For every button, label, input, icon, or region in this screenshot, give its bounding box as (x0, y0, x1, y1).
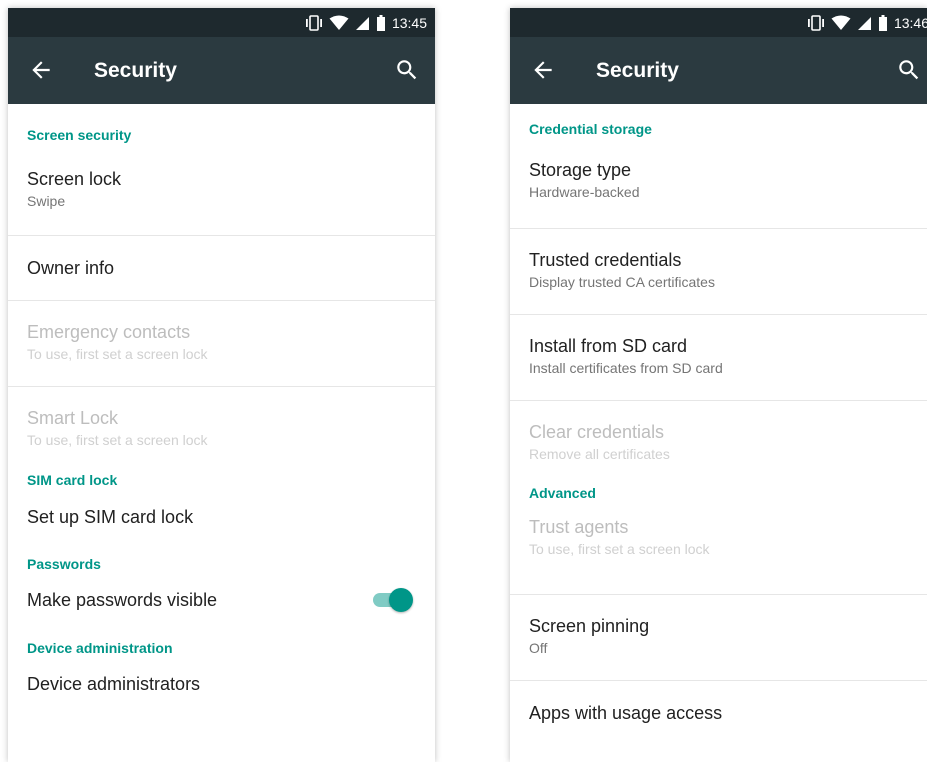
section-header-screen-security: Screen security (27, 127, 132, 143)
item-summary: To use, first set a screen lock (529, 541, 710, 557)
make-passwords-visible-item[interactable]: Make passwords visible (8, 578, 435, 640)
storage-type-item[interactable]: Storage type Hardware-backed (510, 142, 927, 228)
item-title: Install from SD card (529, 336, 688, 356)
back-arrow-icon[interactable] (530, 57, 556, 83)
item-title: Emergency contacts (27, 322, 191, 342)
passwords-visible-toggle[interactable] (369, 588, 413, 612)
battery-icon (878, 14, 887, 31)
item-summary: To use, first set a screen lock (27, 346, 208, 362)
section-header-advanced: Advanced (529, 485, 596, 501)
status-bar: 13:46 (510, 8, 927, 37)
section-header-sim-card-lock: SIM card lock (27, 472, 118, 488)
item-title: Storage type (529, 160, 632, 180)
item-summary: Display trusted CA certificates (529, 274, 715, 290)
item-title: Smart Lock (27, 408, 119, 428)
sim-card-lock-item[interactable]: Set up SIM card lock (8, 495, 435, 556)
emergency-contacts-item: Emergency contacts To use, first set a s… (8, 301, 435, 386)
trusted-credentials-item[interactable]: Trusted credentials Display trusted CA c… (510, 229, 927, 314)
battery-icon (376, 14, 385, 31)
item-summary: Off (529, 640, 548, 656)
wifi-icon (831, 15, 851, 30)
section-header-passwords: Passwords (27, 556, 101, 572)
apps-with-usage-access-item[interactable]: Apps with usage access (510, 681, 927, 745)
item-summary: Swipe (27, 193, 66, 209)
toggle-thumb (389, 588, 413, 612)
search-icon[interactable] (394, 57, 420, 83)
section-header-device-administration: Device administration (27, 640, 173, 656)
settings-list: Credential storage Storage type Hardware… (510, 104, 927, 745)
trust-agents-item: Trust agents To use, first set a screen … (510, 507, 927, 594)
toolbar: Security (8, 37, 435, 104)
signal-icon (857, 16, 871, 30)
back-arrow-icon[interactable] (28, 57, 54, 83)
item-summary: To use, first set a screen lock (27, 432, 208, 448)
item-title: Trusted credentials (529, 250, 682, 270)
item-title: Device administrators (27, 674, 201, 694)
item-title: Screen pinning (529, 616, 650, 636)
item-summary: Install certificates from SD card (529, 360, 723, 376)
device-administrators-item[interactable]: Device administrators (8, 662, 435, 722)
status-bar: 13:45 (8, 8, 435, 37)
section-header-credential-storage: Credential storage (529, 121, 652, 137)
owner-info-item[interactable]: Owner info (8, 236, 435, 300)
item-summary: Hardware-backed (529, 184, 640, 200)
toolbar: Security (510, 37, 927, 104)
item-title: Trust agents (529, 517, 629, 537)
item-title: Set up SIM card lock (27, 507, 194, 527)
status-time: 13:46 (893, 14, 927, 31)
wifi-icon (329, 15, 349, 30)
item-title: Apps with usage access (529, 703, 723, 723)
security-screen-left: 13:45 Security Screen security Screen lo… (8, 8, 435, 762)
smart-lock-item: Smart Lock To use, first set a screen lo… (8, 387, 435, 472)
status-time: 13:45 (391, 14, 427, 31)
item-summary: Remove all certificates (529, 446, 670, 462)
screen-pinning-item[interactable]: Screen pinning Off (510, 595, 927, 680)
item-title: Screen lock (27, 169, 122, 189)
signal-icon (355, 16, 369, 30)
page-title: Security (94, 59, 177, 82)
screen-lock-item[interactable]: Screen lock Swipe (8, 150, 435, 235)
search-icon[interactable] (896, 57, 922, 83)
security-screen-right: 13:46 Security Credential storage Storag… (510, 8, 927, 762)
install-from-sd-card-item[interactable]: Install from SD card Install certificate… (510, 315, 927, 400)
item-title: Clear credentials (529, 422, 665, 442)
vibrate-icon (807, 14, 824, 31)
page-title: Security (596, 59, 679, 82)
vibrate-icon (305, 14, 322, 31)
clear-credentials-item: Clear credentials Remove all certificate… (510, 401, 927, 485)
item-title: Owner info (27, 258, 115, 278)
settings-list: Screen security Screen lock Swipe Owner … (8, 104, 435, 722)
